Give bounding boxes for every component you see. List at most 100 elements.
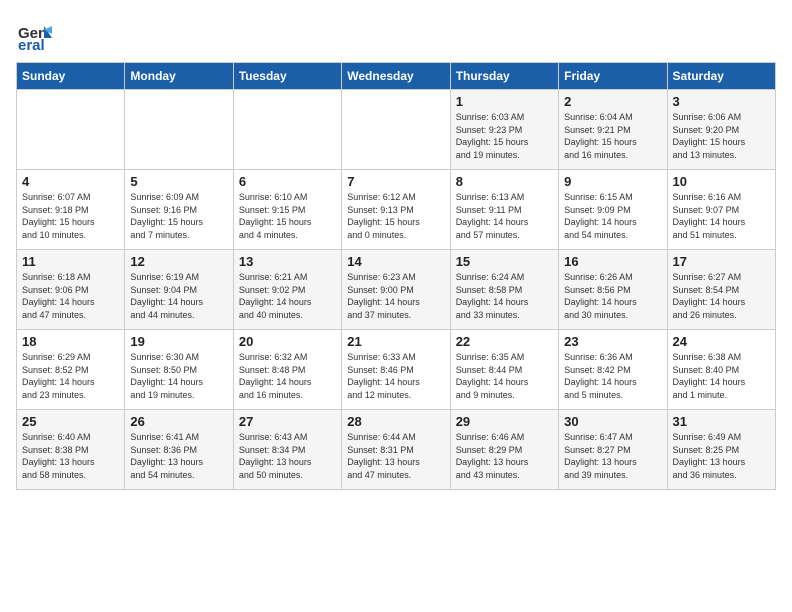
- day-info: Sunrise: 6:29 AM Sunset: 8:52 PM Dayligh…: [22, 351, 119, 401]
- calendar-cell: 30 Sunrise: 6:47 AM Sunset: 8:27 PM Dayli…: [559, 410, 667, 490]
- calendar-cell: [125, 90, 233, 170]
- day-info: Sunrise: 6:41 AM Sunset: 8:36 PM Dayligh…: [130, 431, 227, 481]
- calendar-cell: 22 Sunrise: 6:35 AM Sunset: 8:44 PM Dayli…: [450, 330, 558, 410]
- day-number: 2: [564, 94, 661, 109]
- col-header-sunday: Sunday: [17, 63, 125, 90]
- calendar-cell: 29 Sunrise: 6:46 AM Sunset: 8:29 PM Dayli…: [450, 410, 558, 490]
- day-number: 22: [456, 334, 553, 349]
- week-row-5: 25 Sunrise: 6:40 AM Sunset: 8:38 PM Dayli…: [17, 410, 776, 490]
- day-number: 18: [22, 334, 119, 349]
- calendar-cell: 9Sunrise: 6:15 AM Sunset: 9:09 PM Daylig…: [559, 170, 667, 250]
- calendar-table: SundayMondayTuesdayWednesdayThursdayFrid…: [16, 62, 776, 490]
- day-info: Sunrise: 6:33 AM Sunset: 8:46 PM Dayligh…: [347, 351, 444, 401]
- calendar-cell: 14 Sunrise: 6:23 AM Sunset: 9:00 PM Dayli…: [342, 250, 450, 330]
- day-info: Sunrise: 6:35 AM Sunset: 8:44 PM Dayligh…: [456, 351, 553, 401]
- day-info: Sunrise: 6:46 AM Sunset: 8:29 PM Dayligh…: [456, 431, 553, 481]
- day-info: Sunrise: 6:19 AM Sunset: 9:04 PM Dayligh…: [130, 271, 227, 321]
- day-info: Sunrise: 6:23 AM Sunset: 9:00 PM Dayligh…: [347, 271, 444, 321]
- calendar-cell: 11 Sunrise: 6:18 AM Sunset: 9:06 PM Dayli…: [17, 250, 125, 330]
- col-header-tuesday: Tuesday: [233, 63, 341, 90]
- calendar-cell: 4 Sunrise: 6:07 AM Sunset: 9:18 PM Daylig…: [17, 170, 125, 250]
- day-number: 8: [456, 174, 553, 189]
- day-number: 29: [456, 414, 553, 429]
- day-info: Sunrise: 6:30 AM Sunset: 8:50 PM Dayligh…: [130, 351, 227, 401]
- calendar-cell: 5Sunrise: 6:09 AM Sunset: 9:16 PM Daylig…: [125, 170, 233, 250]
- day-info: Sunrise: 6:43 AM Sunset: 8:34 PM Dayligh…: [239, 431, 336, 481]
- day-info: Sunrise: 6:06 AM Sunset: 9:20 PM Dayligh…: [673, 111, 770, 161]
- day-number: 24: [673, 334, 770, 349]
- day-number: 12: [130, 254, 227, 269]
- calendar-cell: 26 Sunrise: 6:41 AM Sunset: 8:36 PM Dayli…: [125, 410, 233, 490]
- day-number: 6: [239, 174, 336, 189]
- day-number: 27: [239, 414, 336, 429]
- calendar-cell: 1Sunrise: 6:03 AM Sunset: 9:23 PM Daylig…: [450, 90, 558, 170]
- calendar-cell: [342, 90, 450, 170]
- day-number: 21: [347, 334, 444, 349]
- calendar-cell: 6 Sunrise: 6:10 AM Sunset: 9:15 PM Daylig…: [233, 170, 341, 250]
- day-number: 10: [673, 174, 770, 189]
- day-info: Sunrise: 6:47 AM Sunset: 8:27 PM Dayligh…: [564, 431, 661, 481]
- day-info: Sunrise: 6:38 AM Sunset: 8:40 PM Dayligh…: [673, 351, 770, 401]
- day-number: 4: [22, 174, 119, 189]
- week-row-2: 4 Sunrise: 6:07 AM Sunset: 9:18 PM Daylig…: [17, 170, 776, 250]
- calendar-cell: 24 Sunrise: 6:38 AM Sunset: 8:40 PM Dayli…: [667, 330, 775, 410]
- day-info: Sunrise: 6:09 AM Sunset: 9:16 PM Dayligh…: [130, 191, 227, 241]
- calendar-cell: 10 Sunrise: 6:16 AM Sunset: 9:07 PM Dayli…: [667, 170, 775, 250]
- day-number: 23: [564, 334, 661, 349]
- day-info: Sunrise: 6:18 AM Sunset: 9:06 PM Dayligh…: [22, 271, 119, 321]
- col-header-friday: Friday: [559, 63, 667, 90]
- col-header-wednesday: Wednesday: [342, 63, 450, 90]
- page-header: Gen eral: [16, 16, 776, 52]
- day-number: 13: [239, 254, 336, 269]
- logo-icon: Gen eral: [16, 16, 52, 52]
- calendar-cell: 16Sunrise: 6:26 AM Sunset: 8:56 PM Dayli…: [559, 250, 667, 330]
- day-number: 7: [347, 174, 444, 189]
- day-number: 15: [456, 254, 553, 269]
- calendar-cell: [233, 90, 341, 170]
- calendar-cell: 12 Sunrise: 6:19 AM Sunset: 9:04 PM Dayli…: [125, 250, 233, 330]
- col-header-thursday: Thursday: [450, 63, 558, 90]
- week-row-4: 18 Sunrise: 6:29 AM Sunset: 8:52 PM Dayli…: [17, 330, 776, 410]
- calendar-cell: 21 Sunrise: 6:33 AM Sunset: 8:46 PM Dayli…: [342, 330, 450, 410]
- day-info: Sunrise: 6:07 AM Sunset: 9:18 PM Dayligh…: [22, 191, 119, 241]
- day-number: 25: [22, 414, 119, 429]
- day-number: 30: [564, 414, 661, 429]
- day-number: 28: [347, 414, 444, 429]
- calendar-cell: 27 Sunrise: 6:43 AM Sunset: 8:34 PM Dayli…: [233, 410, 341, 490]
- day-info: Sunrise: 6:21 AM Sunset: 9:02 PM Dayligh…: [239, 271, 336, 321]
- calendar-cell: 17 Sunrise: 6:27 AM Sunset: 8:54 PM Dayli…: [667, 250, 775, 330]
- day-number: 20: [239, 334, 336, 349]
- calendar-header-row: SundayMondayTuesdayWednesdayThursdayFrid…: [17, 63, 776, 90]
- day-info: Sunrise: 6:16 AM Sunset: 9:07 PM Dayligh…: [673, 191, 770, 241]
- day-number: 11: [22, 254, 119, 269]
- calendar-cell: [17, 90, 125, 170]
- day-number: 14: [347, 254, 444, 269]
- day-number: 16: [564, 254, 661, 269]
- day-info: Sunrise: 6:40 AM Sunset: 8:38 PM Dayligh…: [22, 431, 119, 481]
- day-number: 19: [130, 334, 227, 349]
- day-number: 3: [673, 94, 770, 109]
- col-header-saturday: Saturday: [667, 63, 775, 90]
- svg-text:eral: eral: [18, 37, 45, 52]
- day-number: 9: [564, 174, 661, 189]
- calendar-cell: 20 Sunrise: 6:32 AM Sunset: 8:48 PM Dayli…: [233, 330, 341, 410]
- day-number: 1: [456, 94, 553, 109]
- calendar-cell: 25 Sunrise: 6:40 AM Sunset: 8:38 PM Dayli…: [17, 410, 125, 490]
- calendar-cell: 2Sunrise: 6:04 AM Sunset: 9:21 PM Daylig…: [559, 90, 667, 170]
- week-row-3: 11 Sunrise: 6:18 AM Sunset: 9:06 PM Dayli…: [17, 250, 776, 330]
- calendar-cell: 15Sunrise: 6:24 AM Sunset: 8:58 PM Dayli…: [450, 250, 558, 330]
- calendar-cell: 7 Sunrise: 6:12 AM Sunset: 9:13 PM Daylig…: [342, 170, 450, 250]
- day-info: Sunrise: 6:27 AM Sunset: 8:54 PM Dayligh…: [673, 271, 770, 321]
- calendar-cell: 31Sunrise: 6:49 AM Sunset: 8:25 PM Dayli…: [667, 410, 775, 490]
- calendar-cell: 23Sunrise: 6:36 AM Sunset: 8:42 PM Dayli…: [559, 330, 667, 410]
- day-info: Sunrise: 6:12 AM Sunset: 9:13 PM Dayligh…: [347, 191, 444, 241]
- day-number: 26: [130, 414, 227, 429]
- day-number: 17: [673, 254, 770, 269]
- calendar-cell: 13 Sunrise: 6:21 AM Sunset: 9:02 PM Dayli…: [233, 250, 341, 330]
- logo: Gen eral: [16, 16, 56, 52]
- day-info: Sunrise: 6:10 AM Sunset: 9:15 PM Dayligh…: [239, 191, 336, 241]
- day-info: Sunrise: 6:32 AM Sunset: 8:48 PM Dayligh…: [239, 351, 336, 401]
- calendar-cell: 8Sunrise: 6:13 AM Sunset: 9:11 PM Daylig…: [450, 170, 558, 250]
- calendar-cell: 18 Sunrise: 6:29 AM Sunset: 8:52 PM Dayli…: [17, 330, 125, 410]
- col-header-monday: Monday: [125, 63, 233, 90]
